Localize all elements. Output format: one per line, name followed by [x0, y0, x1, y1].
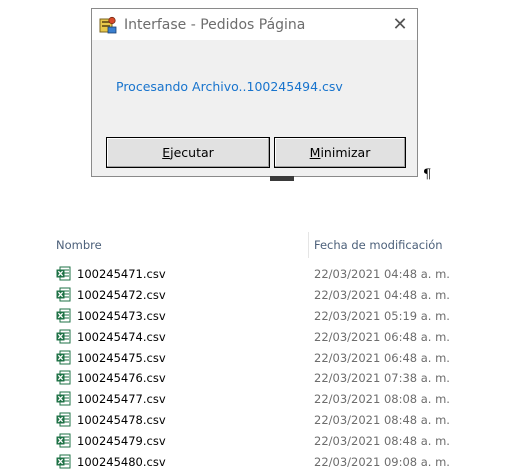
- file-row[interactable]: 100245472.csv 22/03/2021 04:48 a. m.: [0, 285, 523, 306]
- ejecutar-accesskey: E: [162, 145, 171, 160]
- file-date: 22/03/2021 06:48 a. m.: [314, 329, 450, 344]
- file-date: 22/03/2021 06:48 a. m.: [314, 350, 450, 365]
- minimizar-accesskey: M: [309, 145, 321, 160]
- file-name: 100245472.csv: [77, 287, 166, 302]
- file-date: 22/03/2021 05:19 a. m.: [314, 308, 450, 323]
- file-name: 100245476.csv: [77, 371, 166, 386]
- ejecutar-label: jecutar: [170, 145, 214, 160]
- file-date: 22/03/2021 08:48 a. m.: [314, 413, 450, 428]
- excel-csv-icon: [56, 433, 71, 448]
- excel-csv-icon: [56, 350, 71, 365]
- column-separator[interactable]: [308, 232, 309, 258]
- file-row[interactable]: 100245475.csv 22/03/2021 06:48 a. m.: [0, 348, 523, 369]
- minimizar-button[interactable]: Minimizar: [274, 137, 406, 168]
- minimizar-label: inimizar: [320, 145, 371, 160]
- file-name: 100245478.csv: [77, 413, 166, 428]
- close-icon: ✕: [392, 14, 408, 35]
- app-icon: [99, 16, 117, 34]
- file-row[interactable]: 100245478.csv 22/03/2021 08:48 a. m.: [0, 410, 523, 431]
- file-name: 100245474.csv: [77, 329, 166, 344]
- file-date: 22/03/2021 07:38 a. m.: [314, 371, 450, 386]
- excel-csv-icon: [56, 308, 71, 323]
- excel-csv-icon: [56, 454, 71, 469]
- excel-csv-icon: [56, 370, 71, 385]
- excel-csv-icon: [56, 391, 71, 406]
- file-date: 22/03/2021 08:08 a. m.: [314, 392, 450, 407]
- file-row[interactable]: 100245480.csv 22/03/2021 09:08 a. m.: [0, 452, 523, 473]
- paragraph-mark: ¶: [423, 167, 432, 182]
- file-date: 22/03/2021 04:48 a. m.: [314, 267, 450, 281]
- excel-csv-icon: [56, 412, 71, 427]
- column-header-date[interactable]: Fecha de modificación: [314, 238, 443, 252]
- excel-csv-icon: [56, 266, 71, 281]
- file-name: 100245480.csv: [77, 455, 166, 470]
- dialog-titlebar[interactable]: Interfase - Pedidos Página ✕: [92, 9, 417, 40]
- file-date: 22/03/2021 08:48 a. m.: [314, 434, 450, 449]
- dialog-title: Interfase - Pedidos Página: [124, 17, 306, 33]
- close-button[interactable]: ✕: [383, 9, 417, 40]
- file-name: 100245475.csv: [77, 350, 166, 365]
- file-row[interactable]: 100245473.csv 22/03/2021 05:19 a. m.: [0, 306, 523, 327]
- ejecutar-button[interactable]: Ejecutar: [106, 137, 270, 168]
- file-row[interactable]: 100245479.csv 22/03/2021 08:48 a. m.: [0, 431, 523, 452]
- file-name: 100245477.csv: [77, 392, 166, 407]
- excel-csv-icon: [56, 287, 71, 302]
- file-row[interactable]: 100245471.csv 22/03/2021 04:48 a. m.: [0, 264, 523, 285]
- processing-status-text: Procesando Archivo..100245494.csv: [116, 79, 343, 94]
- file-name: 100245471.csv: [77, 267, 166, 281]
- excel-csv-icon: [56, 329, 71, 344]
- background-window-fragment: [270, 176, 294, 181]
- file-date: 22/03/2021 09:08 a. m.: [314, 455, 450, 470]
- file-row[interactable]: 100245476.csv 22/03/2021 07:38 a. m.: [0, 368, 523, 389]
- column-header-name[interactable]: Nombre: [56, 238, 102, 252]
- file-row[interactable]: 100245474.csv 22/03/2021 06:48 a. m.: [0, 327, 523, 348]
- file-row[interactable]: 100245477.csv 22/03/2021 08:08 a. m.: [0, 389, 523, 410]
- interfase-dialog: Interfase - Pedidos Página ✕ Procesando …: [91, 8, 418, 177]
- file-date: 22/03/2021 04:48 a. m.: [314, 287, 450, 302]
- file-name: 100245479.csv: [77, 434, 166, 449]
- file-name: 100245473.csv: [77, 308, 166, 323]
- file-rows: 100245471.csv 22/03/2021 04:48 a. m. 100…: [0, 264, 523, 473]
